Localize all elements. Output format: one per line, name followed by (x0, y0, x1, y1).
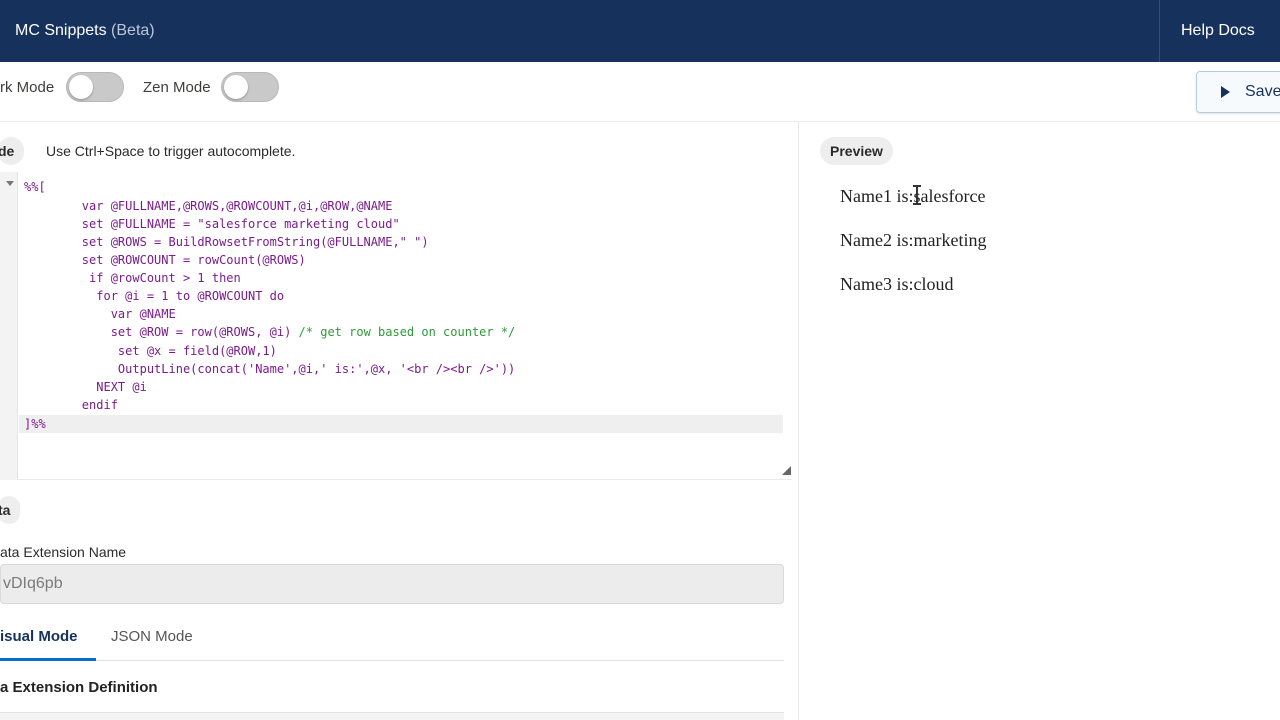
resize-handle-icon[interactable] (782, 466, 791, 475)
data-pill: ta (0, 496, 21, 524)
tab-json-mode[interactable]: JSON Mode (111, 628, 193, 645)
code-line: endif (24, 398, 118, 412)
code-line: set @ROWCOUNT = rowCount(@ROWS) (24, 253, 306, 267)
help-docs-link[interactable]: Help Docs (1181, 22, 1255, 40)
save-button-label: Save (1245, 83, 1280, 100)
tab-visual-mode[interactable]: isual Mode (0, 628, 78, 645)
header-divider (1159, 0, 1160, 62)
code-comment: /* get row based on counter */ (298, 325, 516, 339)
code-line: %%[ (24, 180, 46, 194)
code-line: set @FULLNAME = "salesforce marketing cl… (24, 217, 400, 231)
code-line: OutputLine(concat('Name',@i,' is:',@x, '… (24, 362, 516, 376)
zen-mode-toggle[interactable] (221, 72, 279, 102)
save-button[interactable]: Save (1196, 71, 1280, 113)
top-bar: MC Snippets (Beta) Help Docs (0, 0, 1280, 62)
dark-mode-toggle[interactable] (66, 72, 124, 102)
code-pill: de (0, 137, 25, 165)
tabs-border (0, 660, 784, 661)
play-icon (1221, 86, 1230, 98)
code-line: var @FULLNAME,@ROWS,@ROWCOUNT,@i,@ROW,@N… (24, 199, 393, 213)
text-cursor-icon (913, 184, 921, 206)
fold-arrow-icon[interactable] (6, 181, 14, 186)
toggle-knob (69, 75, 93, 99)
definition-heading: a Extension Definition (0, 679, 158, 696)
code-line: set @ROWS = BuildRowsetFromString(@FULLN… (24, 235, 429, 249)
app-name: MC Snippets (15, 22, 107, 39)
data-extension-name-label: ata Extension Name (0, 544, 127, 560)
table-header-row (0, 712, 784, 720)
code-line-with-comment: set @ROW = row(@ROWS, @i) /* get row bas… (24, 323, 516, 341)
active-line-highlight (19, 415, 783, 433)
panel-divider (798, 122, 799, 720)
autocomplete-hint: Use Ctrl+Space to trigger autocomplete. (46, 143, 296, 159)
code-line: NEXT @i (24, 380, 147, 394)
preview-line: Name2 is:marketing (840, 230, 987, 250)
preview-line: Name3 is:cloud (840, 274, 954, 294)
zen-mode-label: Zen Mode (143, 79, 211, 96)
code-line: for @i = 1 to @ROWCOUNT do (24, 289, 285, 303)
app-title: MC Snippets (Beta) (15, 22, 155, 40)
preview-pill: Preview (820, 137, 893, 165)
code-line: if @rowCount > 1 then (24, 271, 241, 285)
code-line: set @x = field(@ROW,1) (24, 344, 277, 358)
toolbar-divider (0, 121, 1280, 122)
code-text: set @ROW = row(@ROWS, @i) (24, 325, 299, 339)
editor-gutter (0, 172, 18, 480)
data-extension-name-input[interactable] (0, 564, 784, 604)
dark-mode-label: rk Mode (0, 79, 55, 96)
code-editor[interactable]: %%[ var @FULLNAME,@ROWS,@ROWCOUNT,@i,@RO… (0, 172, 792, 480)
code-line: ]%% (24, 417, 46, 431)
code-line: var @NAME (24, 307, 176, 321)
toggle-knob (224, 75, 248, 99)
beta-label: (Beta) (111, 22, 155, 39)
active-tab-indicator (0, 658, 96, 661)
